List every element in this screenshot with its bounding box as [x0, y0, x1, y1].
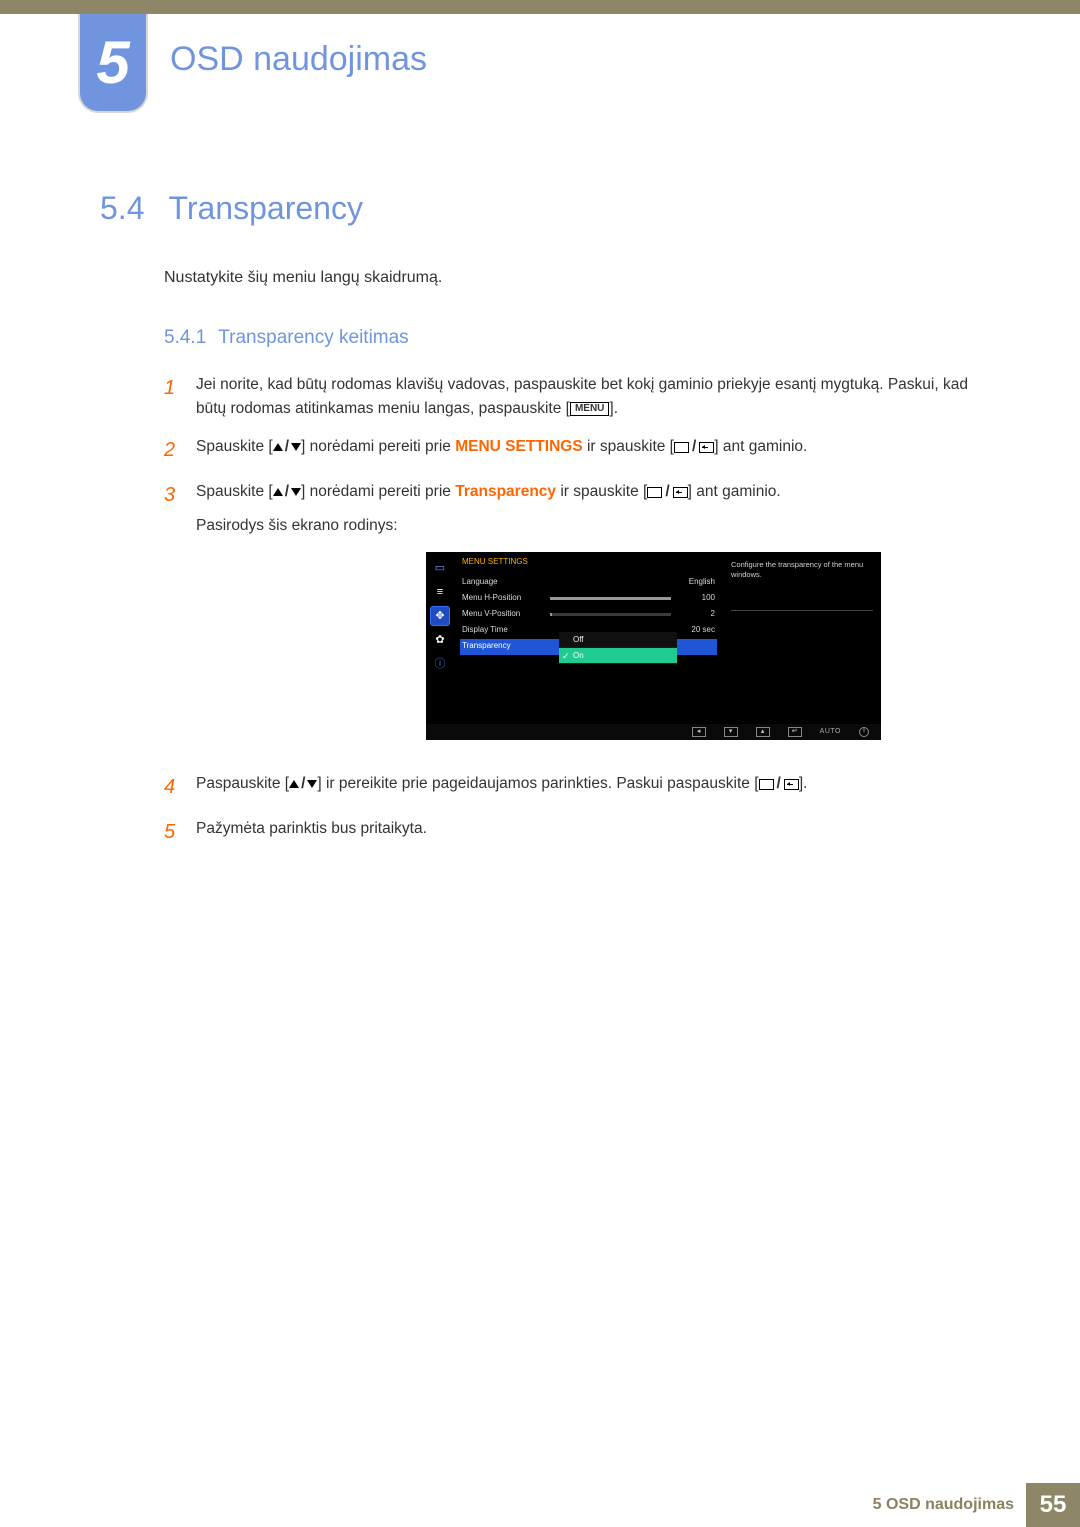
step-5: 5 Pažymėta parinktis bus pritaikyta.: [164, 817, 1000, 848]
subsection-heading: 5.4.1 Transparency keitimas: [164, 327, 1000, 349]
osd-sidebar: ▭ ≡ ✥ ✿ ⓘ: [426, 552, 454, 740]
label: Menu V-Position: [462, 608, 544, 620]
osd-nav-bar: ◂ ▾ ▴ ↵ AUTO: [426, 724, 881, 740]
text: Paspauskite [: [196, 775, 289, 792]
nav-left-icon: ◂: [692, 727, 706, 737]
source-enter-icon: /: [647, 480, 687, 504]
nav-power-icon: [859, 727, 869, 737]
nav-auto: AUTO: [820, 727, 841, 738]
section-number: 5.4: [100, 190, 144, 227]
step-number: 2: [164, 435, 178, 466]
size-position-tab-icon: ✥: [430, 606, 450, 626]
option-off: Off: [559, 632, 677, 648]
osd-title: MENU SETTINGS: [462, 556, 717, 568]
label: Transparency: [462, 640, 544, 652]
text: Configure the transparency of the menu w…: [731, 560, 863, 579]
step-body: Paspauskite [/] ir pereikite prie pageid…: [196, 772, 1000, 803]
text: ] norėdami pereiti prie: [301, 438, 455, 455]
nav-enter-icon: ↵: [788, 727, 802, 737]
step-1: 1 Jei norite, kad būtų rodomas klavišų v…: [164, 373, 1000, 421]
osd-screenshot: ▭ ≡ ✥ ✿ ⓘ MENU SETTINGS Language English: [426, 552, 881, 740]
step-4: 4 Paspauskite [/] ir pereikite prie page…: [164, 772, 1000, 803]
text: Spauskite [: [196, 483, 273, 500]
page-footer: 5 OSD naudojimas 55: [873, 1483, 1080, 1527]
source-enter-icon: /: [759, 772, 799, 796]
text: ] ant gaminio.: [688, 483, 781, 500]
step-body: Spauskite [/] norėdami pereiti prie MENU…: [196, 435, 1000, 466]
text: ] ant gaminio.: [714, 438, 807, 455]
value: English: [677, 576, 715, 588]
text: ].: [609, 400, 618, 417]
option-on: On: [559, 648, 677, 664]
section-title: Transparency: [168, 190, 362, 227]
step-number: 4: [164, 772, 178, 803]
chapter-number: 5: [96, 33, 129, 93]
step-number: 3: [164, 480, 178, 758]
chapter-title: OSD naudojimas: [170, 40, 427, 79]
source-enter-icon: /: [674, 435, 714, 459]
steps-list: 1 Jei norite, kad būtų rodomas klavišų v…: [164, 373, 1000, 848]
divider: [731, 610, 873, 611]
text: ] norėdami pereiti prie: [301, 483, 455, 500]
label: Language: [462, 576, 544, 588]
section-intro: Nustatykite šių meniu langų skaidrumą.: [164, 269, 1000, 287]
label: Display Time: [462, 624, 544, 636]
nav-down-icon: ▾: [724, 727, 738, 737]
step-body: Jei norite, kad būtų rodomas klavišų vad…: [196, 373, 1000, 421]
step-number: 5: [164, 817, 178, 848]
info-tab-icon: ⓘ: [430, 654, 450, 674]
picture-tab-icon: ▭: [430, 558, 450, 578]
value: 20 sec: [677, 624, 715, 636]
osd-row-language: Language English: [460, 575, 717, 591]
nav-up-icon: ▴: [756, 727, 770, 737]
footer-text: 5 OSD naudojimas: [873, 1496, 1026, 1514]
page-content: 5.4 Transparency Nustatykite šių meniu l…: [100, 190, 1000, 862]
chapter-badge: 5: [78, 14, 148, 113]
text: ir spauskite [: [556, 483, 647, 500]
osd-row-vpos: Menu V-Position 2: [460, 607, 717, 623]
menu-button-icon: MENU: [570, 402, 609, 416]
slider: [550, 613, 671, 616]
subsection-title: Transparency keitimas: [218, 327, 408, 349]
settings-tab-icon: ✿: [430, 630, 450, 650]
osd-dropdown: Off On: [559, 632, 677, 664]
text: ir spauskite [: [583, 438, 674, 455]
top-band: [0, 0, 1080, 14]
text: ] ir pereikite prie pageidaujamos parink…: [317, 775, 758, 792]
text: Spauskite [: [196, 438, 273, 455]
text: Pasirodys šis ekrano rodinys:: [196, 514, 1000, 538]
value: 2: [677, 608, 715, 620]
keyword: MENU SETTINGS: [455, 438, 582, 455]
section-heading: 5.4 Transparency: [100, 190, 1000, 227]
step-3: 3 Spauskite [/] norėdami pereiti prie Tr…: [164, 480, 1000, 758]
osd-description: Configure the transparency of the menu w…: [731, 560, 873, 611]
osd-row-hpos: Menu H-Position 100: [460, 591, 717, 607]
page-number: 55: [1026, 1483, 1080, 1527]
step-number: 1: [164, 373, 178, 421]
up-down-icon: /: [289, 772, 317, 796]
value: 100: [677, 592, 715, 604]
step-body: Spauskite [/] norėdami pereiti prie Tran…: [196, 480, 1000, 758]
color-tab-icon: ≡: [430, 582, 450, 602]
step-2: 2 Spauskite [/] norėdami pereiti prie ME…: [164, 435, 1000, 466]
slider: [550, 597, 671, 600]
up-down-icon: /: [273, 480, 301, 504]
keyword: Transparency: [455, 483, 556, 500]
subsection-number: 5.4.1: [164, 327, 206, 349]
up-down-icon: /: [273, 435, 301, 459]
text: ].: [799, 775, 808, 792]
label: Menu H-Position: [462, 592, 544, 604]
step-body: Pažymėta parinktis bus pritaikyta.: [196, 817, 1000, 848]
